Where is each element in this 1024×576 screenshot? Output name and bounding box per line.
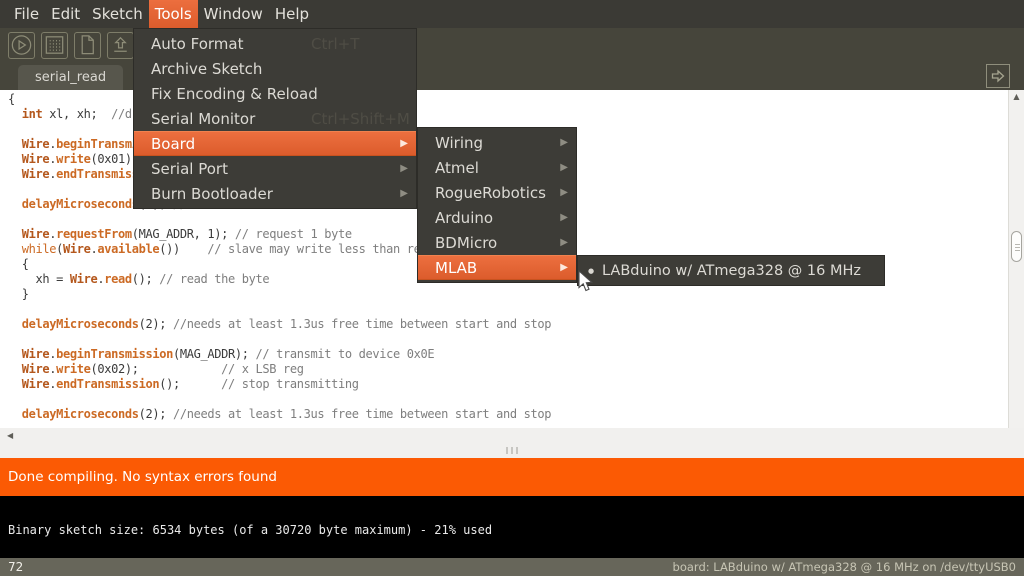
scrollbar-grip (1015, 244, 1020, 245)
open-up-arrow-icon (108, 32, 133, 58)
tools-menu: Auto Format Ctrl+T Archive Sketch Fix Encod… (133, 28, 417, 209)
menu-item-label: Wiring (435, 134, 483, 152)
new-sketch-icon (75, 32, 100, 58)
status-message: Done compiling. No syntax errors found (8, 469, 277, 485)
menu-bar: FileEditSketchToolsWindowHelp (0, 0, 1024, 28)
horizontal-scrollbar[interactable]: ◀ (0, 428, 1024, 443)
splitter-grip-icon (511, 447, 513, 454)
submenu-arrow-icon: ▶ (560, 212, 568, 223)
splitter-grip-icon (516, 447, 518, 454)
menu-item-label: LABduino w/ ATmega328 @ 16 MHz (602, 263, 861, 279)
submenu-arrow-icon: ▶ (560, 137, 568, 148)
menu-help[interactable]: Help (269, 0, 315, 28)
scroll-up-icon[interactable]: ▲ (1009, 93, 1024, 101)
menu-tools[interactable]: Tools (149, 0, 198, 28)
menu-item-label: Serial Port (151, 160, 228, 178)
code-line: delayMicroseconds(2); //needs at least 1… (8, 317, 551, 332)
code-line: Wire.beginTransmission(MAG_ADDR); // tra… (8, 347, 551, 362)
new-sketch-button[interactable] (74, 32, 101, 59)
code-line: } (8, 287, 551, 302)
line-number: 72 (8, 560, 23, 574)
tab-label: serial_read (35, 70, 106, 85)
submenu-arrow-icon: ▶ (560, 187, 568, 198)
menu-item-label: Auto Format (151, 35, 243, 53)
menu-item-label: Arduino (435, 209, 493, 227)
board-status: board: LABduino w/ ATmega328 @ 16 MHz on… (673, 560, 1016, 574)
export-right-arrow-icon (989, 67, 1007, 85)
mouse-cursor (578, 270, 594, 297)
menu-item-label: Serial Monitor (151, 110, 255, 128)
code-line (8, 392, 551, 407)
submenu-arrow-icon: ▶ (560, 162, 568, 173)
submenu-arrow-icon: ▶ (560, 262, 568, 273)
menu-item-label: Archive Sketch (151, 60, 262, 78)
arduino-ide-window: FileEditSketchToolsWindowHelp serial_rea… (0, 0, 1024, 576)
menu-item-serial-port[interactable]: Serial Port ▶ (134, 156, 416, 181)
menu-item-serial-monitor[interactable]: Serial Monitor Ctrl+Shift+M (134, 106, 416, 131)
menu-item-burn-bootloader[interactable]: Burn Bootloader ▶ (134, 181, 416, 206)
vertical-scrollbar[interactable]: ▲ (1008, 90, 1024, 428)
menu-file[interactable]: File (8, 0, 45, 28)
board-submenu: Wiring▶Atmel▶RogueRobotics▶Arduino▶BDMic… (417, 127, 577, 283)
menu-item-label: BDMicro (435, 234, 497, 252)
scroll-left-icon[interactable]: ◀ (7, 431, 13, 440)
submenu-arrow-icon: ▶ (400, 163, 408, 174)
tab-serial-read[interactable]: serial_read (18, 65, 123, 90)
menu-edit[interactable]: Edit (45, 0, 86, 28)
code-line: Wire.write(0x02); // x LSB reg (8, 362, 551, 377)
menu-window[interactable]: Window (198, 0, 269, 28)
submenu-arrow-icon: ▶ (560, 237, 568, 248)
console-line: Binary sketch size: 6534 bytes (of a 307… (8, 523, 1024, 537)
code-line (8, 302, 551, 317)
menu-item-atmel[interactable]: Atmel ▶ (418, 155, 576, 180)
status-bar: Done compiling. No syntax errors found (0, 458, 1024, 496)
menu-item-wiring[interactable]: Wiring ▶ (418, 130, 576, 155)
menu-sketch[interactable]: Sketch (86, 0, 149, 28)
menu-item-shortcut: Ctrl+T (311, 35, 359, 53)
menu-item-label: Atmel (435, 159, 479, 177)
menu-item-roguerobotics[interactable]: RogueRobotics ▶ (418, 180, 576, 205)
menu-item-auto-format[interactable]: Auto Format Ctrl+T (134, 31, 416, 56)
menu-item-label: Board (151, 135, 195, 153)
footer-status-bar: 72 board: LABduino w/ ATmega328 @ 16 MHz… (0, 558, 1024, 576)
menu-item-labduino-w-atmega328-16-mhz[interactable]: ●LABduino w/ ATmega328 @ 16 MHz (578, 258, 884, 283)
console-output: Binary sketch size: 6534 bytes (of a 307… (0, 496, 1024, 558)
menu-item-label: RogueRobotics (435, 184, 546, 202)
menu-item-archive-sketch[interactable]: Archive Sketch (134, 56, 416, 81)
export-button[interactable] (986, 64, 1010, 88)
vertical-scrollbar-thumb[interactable] (1011, 231, 1022, 262)
menu-item-label: MLAB (435, 259, 477, 277)
mlab-submenu: ●LABduino w/ ATmega328 @ 16 MHz (577, 255, 885, 286)
menu-item-mlab[interactable]: MLAB ▶ (418, 255, 576, 280)
code-line: Wire.endTransmission(); // stop transmit… (8, 377, 551, 392)
menu-item-board[interactable]: Board ▶ (134, 131, 416, 156)
menu-item-arduino[interactable]: Arduino ▶ (418, 205, 576, 230)
editor-console-splitter[interactable] (0, 443, 1024, 458)
stop-grid-icon (42, 32, 67, 58)
menu-item-label: Burn Bootloader (151, 185, 273, 203)
menu-item-bdmicro[interactable]: BDMicro ▶ (418, 230, 576, 255)
code-line (8, 332, 551, 347)
submenu-arrow-icon: ▶ (400, 138, 408, 149)
verify-play-icon (9, 32, 34, 58)
code-line: delayMicroseconds(2); //needs at least 1… (8, 407, 551, 422)
verify-button[interactable] (8, 32, 35, 59)
stop-button[interactable] (41, 32, 68, 59)
menu-item-fix-encoding-reload[interactable]: Fix Encoding & Reload (134, 81, 416, 106)
menu-item-label: Fix Encoding & Reload (151, 85, 318, 103)
submenu-arrow-icon: ▶ (400, 188, 408, 199)
cursor-arrow-icon (578, 270, 594, 293)
open-sketch-button[interactable] (107, 32, 134, 59)
menu-item-shortcut: Ctrl+Shift+M (311, 110, 410, 128)
splitter-grip-icon (506, 447, 508, 454)
